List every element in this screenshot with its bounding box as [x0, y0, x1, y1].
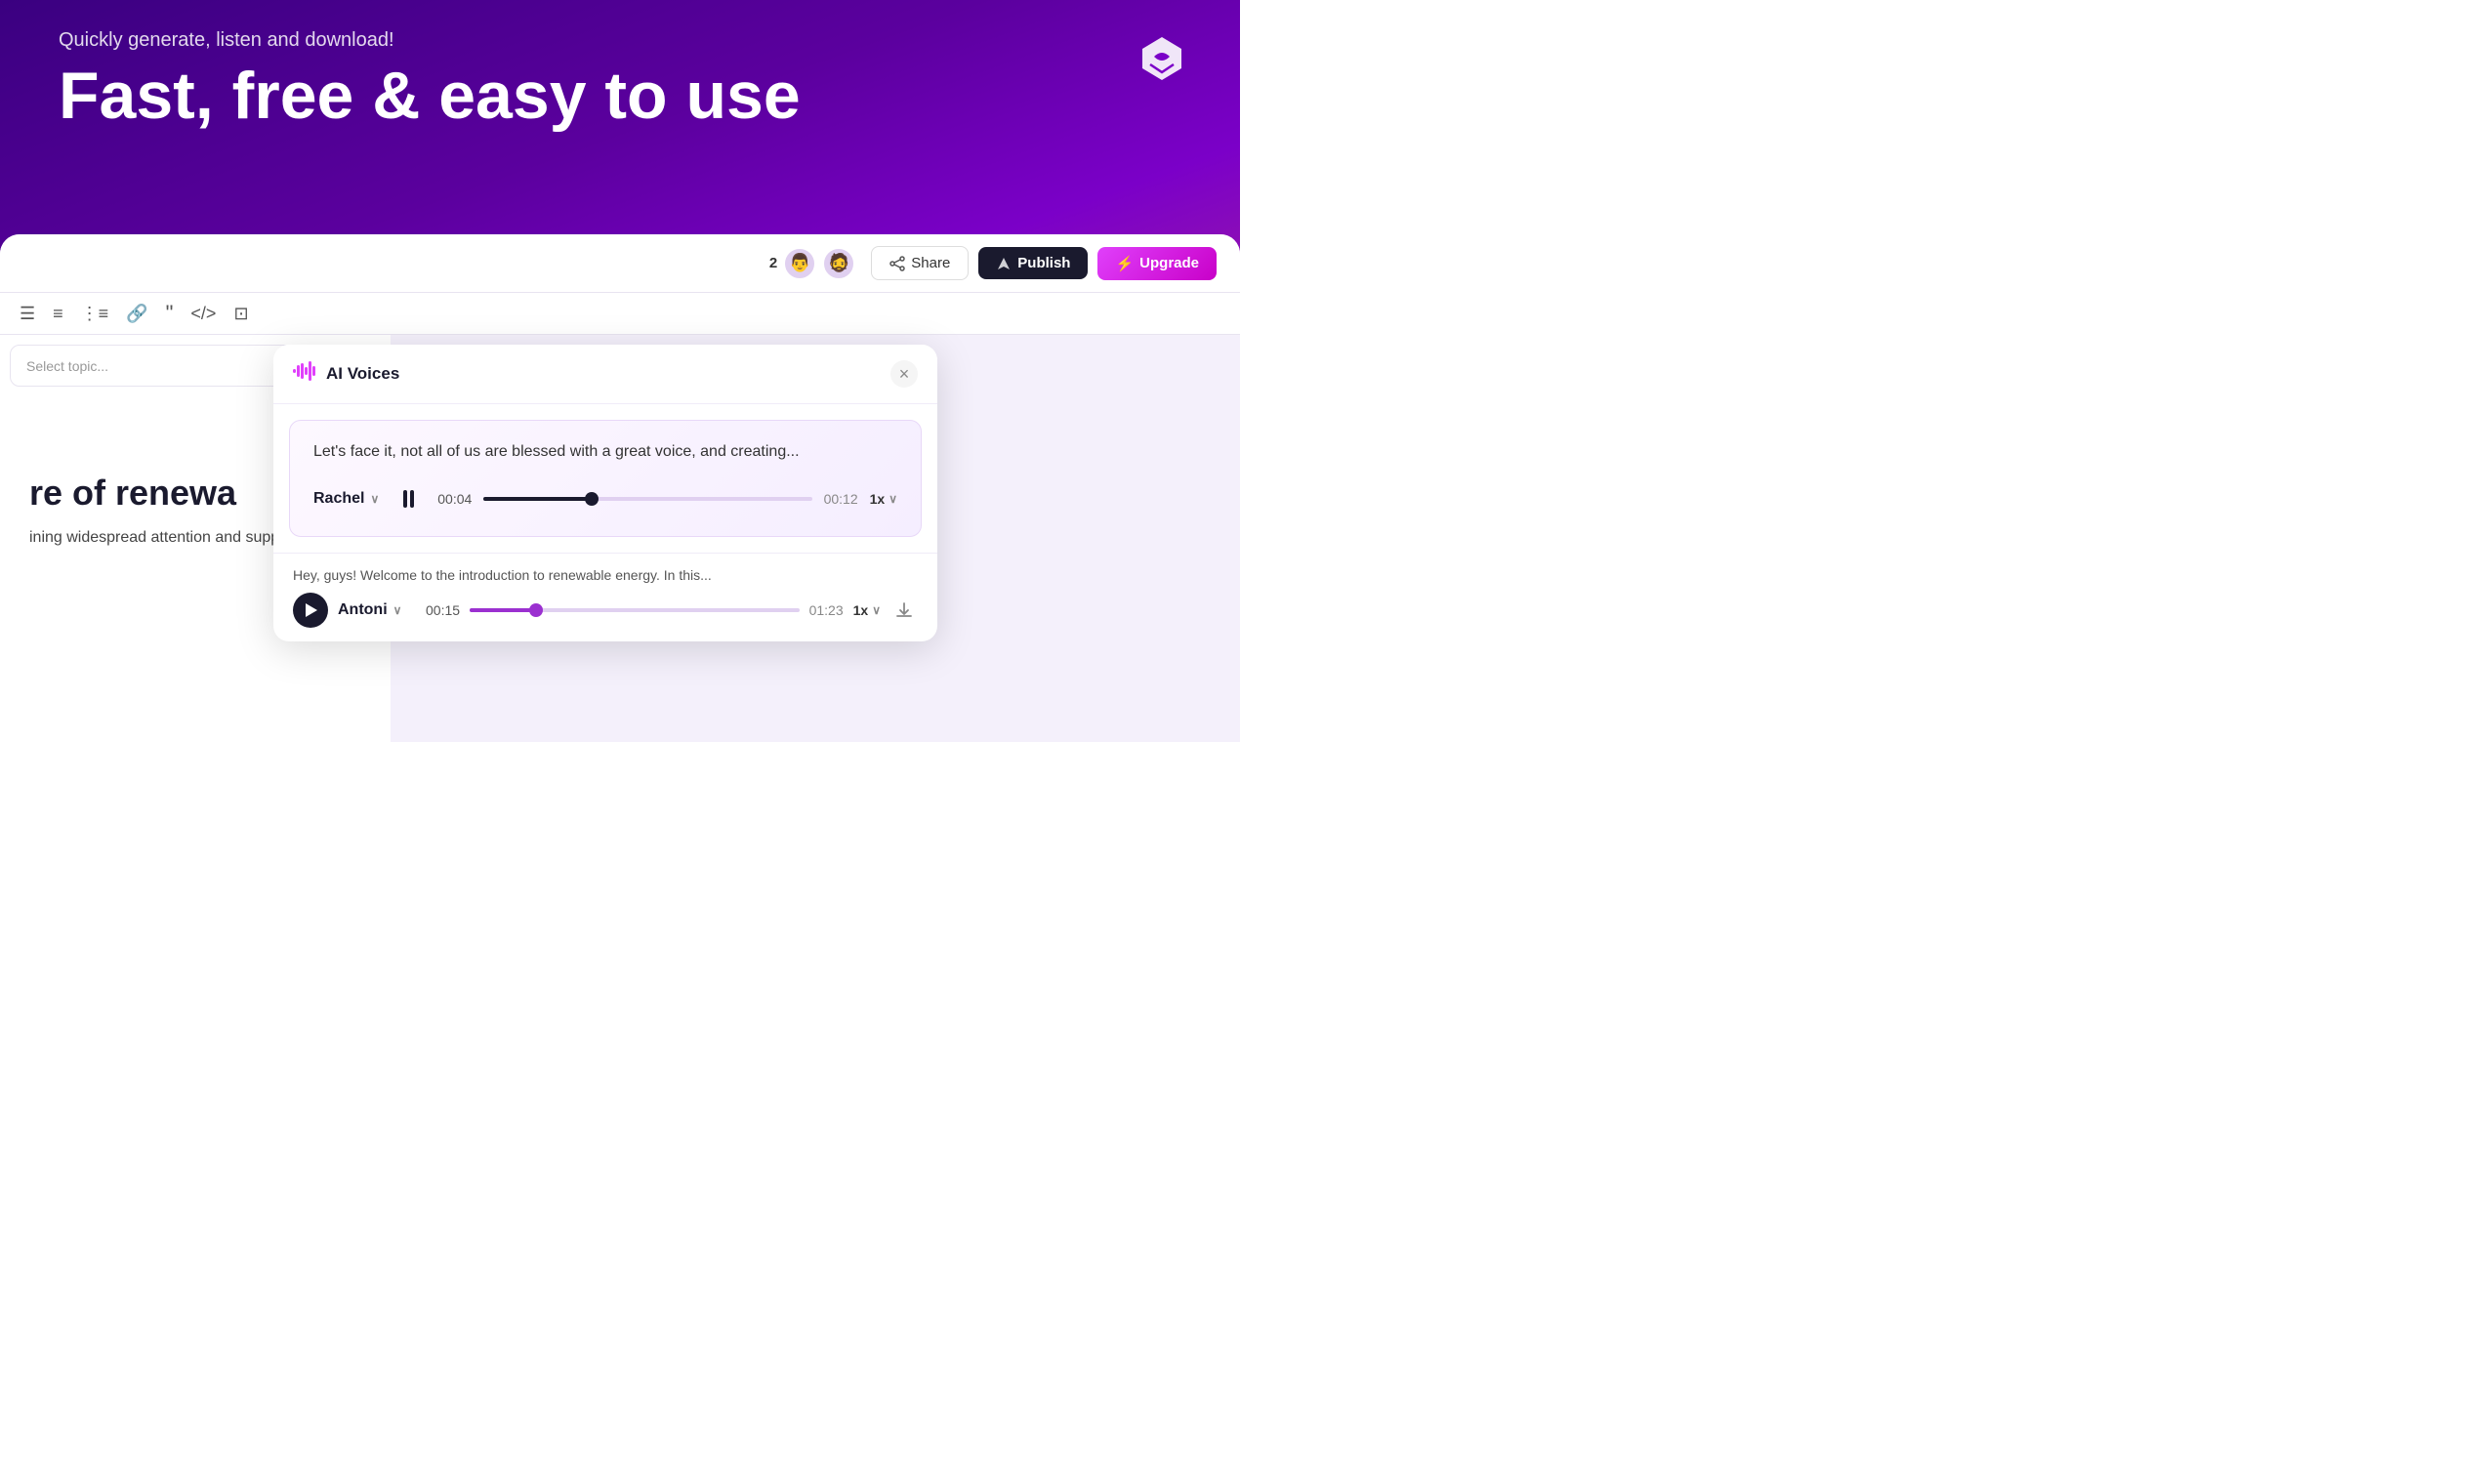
- speed-chevron-icon: ∨: [889, 492, 897, 506]
- player-card: Let's face it, not all of us are blessed…: [289, 420, 922, 537]
- pause-icon: [403, 490, 414, 508]
- publish-button[interactable]: Publish: [978, 247, 1088, 279]
- share-button[interactable]: Share: [871, 246, 969, 280]
- ai-voices-panel: AI Voices × Let's face it, not all of us…: [273, 345, 937, 641]
- voice-select-2[interactable]: Antoni ∨: [338, 601, 416, 619]
- speed-control-2[interactable]: 1x ∨: [853, 602, 881, 618]
- publish-icon: [996, 256, 1012, 271]
- play-button[interactable]: [293, 593, 328, 628]
- play-icon: [306, 603, 317, 617]
- time-total: 00:12: [824, 491, 858, 507]
- hero-title: Fast, free & easy to use: [59, 62, 801, 131]
- code-icon[interactable]: </>: [190, 304, 216, 324]
- share-icon: [889, 256, 905, 271]
- ai-voices-header: AI Voices ×: [273, 345, 937, 404]
- audio-item: Hey, guys! Welcome to the introduction t…: [273, 553, 937, 641]
- logo: [1133, 29, 1191, 93]
- avatar-1: 👨: [783, 247, 816, 280]
- voice-name-2: Antoni: [338, 601, 388, 619]
- progress-track[interactable]: [483, 497, 811, 501]
- speed-value: 1x: [870, 491, 886, 507]
- download-icon-small[interactable]: [890, 597, 918, 624]
- voice-chevron-icon: ∨: [370, 492, 379, 506]
- speed-control[interactable]: 1x ∨: [870, 491, 897, 507]
- hero-subtitle: Quickly generate, listen and download!: [59, 29, 801, 52]
- topic-selector-value: Select topic...: [26, 358, 108, 374]
- topic-selector[interactable]: Select topic... ∨: [10, 345, 303, 387]
- speed-value-2: 1x: [853, 602, 869, 618]
- audio-item-text: Hey, guys! Welcome to the introduction t…: [293, 567, 918, 583]
- player-text: Let's face it, not all of us are blessed…: [313, 440, 897, 464]
- app-window: 2 👨 🧔 Share Publish ⚡ Upgrade ☰: [0, 234, 1240, 742]
- voice-name: Rachel: [313, 490, 364, 508]
- voice-chevron-icon-2: ∨: [393, 603, 402, 617]
- image-icon[interactable]: ⊡: [233, 304, 248, 324]
- link-icon[interactable]: 🔗: [126, 304, 147, 324]
- progress-fill-2: [470, 608, 536, 612]
- lightning-icon: ⚡: [1115, 255, 1134, 272]
- collab-area: 2 👨 🧔: [769, 247, 855, 280]
- time-current: 00:04: [437, 491, 472, 507]
- audio-item-controls: Antoni ∨ 00:15 01:23 1x ∨: [293, 593, 918, 628]
- close-button[interactable]: ×: [890, 360, 918, 388]
- main-content: Select topic... ∨ re of renewa ining wid…: [0, 335, 1240, 742]
- toolbar: 2 👨 🧔 Share Publish ⚡ Upgrade: [0, 234, 1240, 293]
- waveform-icon: [293, 361, 316, 387]
- numbered-list-icon[interactable]: ⋮≡: [81, 304, 109, 324]
- progress-thumb: [585, 492, 599, 506]
- player-controls: Rachel ∨ 00:04 00:12: [313, 481, 897, 516]
- list-icon[interactable]: ☰: [20, 304, 35, 324]
- pause-button[interactable]: [391, 481, 426, 516]
- ai-voices-title: AI Voices: [293, 361, 399, 387]
- voice-select[interactable]: Rachel ∨: [313, 490, 379, 508]
- speed-chevron-2: ∨: [872, 603, 881, 617]
- hero-section: Quickly generate, listen and download! F…: [59, 29, 801, 131]
- progress-track-2[interactable]: [470, 608, 800, 612]
- collab-count: 2: [769, 255, 777, 271]
- avatar-2: 🧔: [822, 247, 855, 280]
- progress-thumb-2: [529, 603, 543, 617]
- upgrade-button[interactable]: ⚡ Upgrade: [1097, 247, 1217, 280]
- quote-icon[interactable]: ": [166, 301, 174, 326]
- progress-fill: [483, 497, 592, 501]
- time-current-2: 00:15: [426, 602, 460, 618]
- time-total-2: 01:23: [809, 602, 844, 618]
- editor-toolbar: ☰ ≡ ⋮≡ 🔗 " </> ⊡: [0, 293, 1240, 335]
- bullet-icon[interactable]: ≡: [53, 304, 63, 324]
